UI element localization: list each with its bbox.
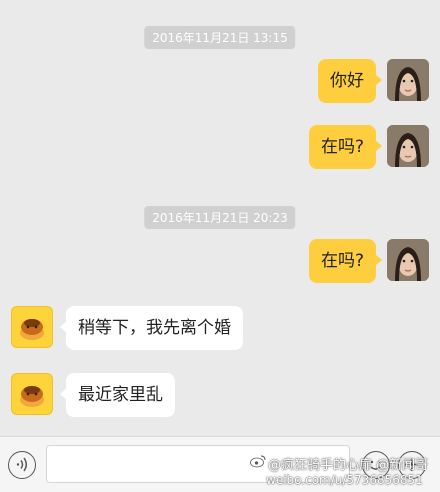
voice-icon[interactable] <box>8 451 36 479</box>
user-avatar[interactable] <box>387 59 429 101</box>
user-avatar[interactable] <box>387 239 429 281</box>
message-bubble-outgoing[interactable]: 在吗? <box>308 125 383 169</box>
message-bubble-incoming[interactable]: 稍等下，我先离个婚 <box>60 306 243 350</box>
contact-avatar[interactable] <box>11 306 53 348</box>
contact-avatar[interactable] <box>11 373 53 415</box>
user-avatar[interactable] <box>387 125 429 167</box>
message-bubble-outgoing[interactable]: 你好 <box>318 59 382 103</box>
message-bubble-incoming[interactable]: 最近家里乱 <box>60 373 175 417</box>
timestamp: 2016年11月21日 20:23 <box>144 206 296 229</box>
watermark-handle: @疯狂骑手的心扉 @新闻哥 <box>268 458 429 473</box>
weibo-logo-icon <box>250 455 266 468</box>
watermark-url: weibo.com/u/5736856851 <box>266 473 423 487</box>
timestamp: 2016年11月21日 13:15 <box>144 26 296 49</box>
message-bubble-outgoing[interactable]: 在吗? <box>308 239 383 283</box>
